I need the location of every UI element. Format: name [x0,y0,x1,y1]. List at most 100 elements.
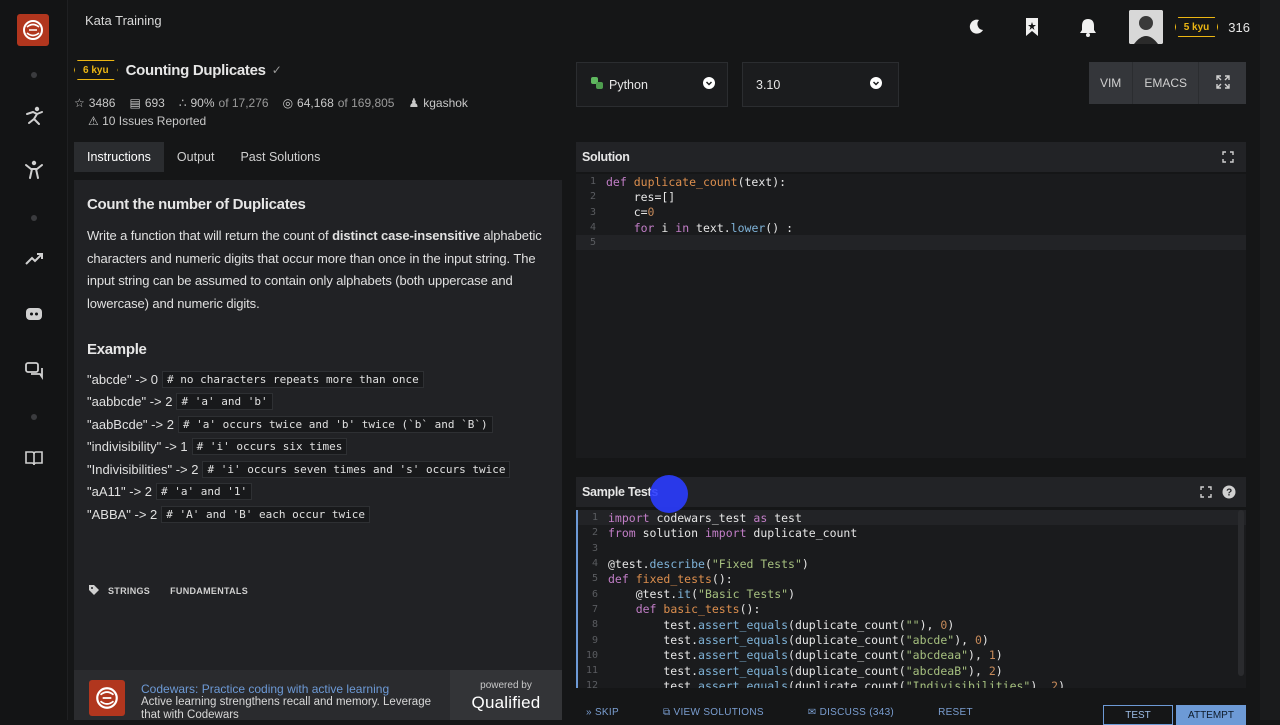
tag-strings[interactable]: STRINGS [108,586,150,596]
chevron-down-icon [870,77,882,92]
tab-instructions[interactable]: Instructions [74,142,164,172]
gauge-icon: ∴ [178,96,187,110]
example-input: "ABBA" -> 2 [87,506,158,522]
kata-tags: STRINGS FUNDAMENTALS [88,584,248,598]
qualified-badge[interactable]: powered by Qualified [450,670,562,720]
notifications-bell-icon[interactable] [1073,12,1103,42]
example-comment: # 'a' occurs twice and 'b' twice (`b` an… [177,415,493,433]
example-comment: # 'a' and 'b' [176,393,273,411]
tag-fundamentals[interactable]: FUNDAMENTALS [170,586,248,596]
example-input: "aabbcde" -> 2 [87,394,173,410]
promo-banner[interactable]: Codewars: Practice coding with active le… [74,670,562,721]
codewars-logo[interactable] [17,14,49,46]
target-icon: ◎ [282,96,294,110]
sample-tests-editor[interactable]: 1 import codewars_test as test 2 from solu… [576,510,1246,688]
discord-icon[interactable] [22,302,46,326]
help-icon[interactable]: ? [1222,485,1236,502]
language-select[interactable]: Python [576,62,728,107]
promo-text: Codewars: Practice coding with active le… [141,670,431,721]
version-select[interactable]: 3.10 [742,62,899,107]
code-line: 9 test. assert_equals (duplicate_count("ab… [591,633,989,648]
tab-past-solutions[interactable]: Past Solutions [227,142,333,172]
tab-output[interactable]: Output [164,142,228,172]
code-line: 7 def basic_tests (): [591,602,761,617]
expand-solution-icon[interactable] [1222,151,1234,166]
example-input: "aabBcde" -> 2 [87,416,174,432]
description-paragraph: Write a function that will return the co… [87,228,542,311]
view-solutions-button[interactable]: ⧉ VIEW SOLUTIONS [663,707,786,718]
example-comment: # 'i' occurs six times [191,438,348,456]
tests-scrollbar[interactable] [1238,510,1244,676]
kata-panel: 6 kyu Counting Duplicates ✓ ☆ 3486 ▤ 693 ∴… [74,56,562,721]
satisfaction-stat: ∴ 90% of 17,276 [178,96,269,110]
attempt-button[interactable]: ATTEMPT [1176,705,1246,725]
code-line: 4 @test. describe("Fixed Tests") [591,556,809,571]
practice-icon[interactable] [22,158,46,182]
discuss-button[interactable]: ✉ DISCUSS (343) [808,707,916,718]
bookmark-icon[interactable] [1017,12,1047,42]
example-row: "indivisibility" -> 1 # 'i' occurs six ti… [87,436,549,459]
sample-tests-title: Sample Tests [582,485,659,499]
example-row: "aabBcde" -> 2 # 'a' occurs twice and 'b'… [87,413,549,436]
leaderboard-trend-icon[interactable] [22,247,46,271]
expand-icon [1215,74,1230,92]
author-link[interactable]: ♟ kgashok [408,96,467,110]
vim-mode-button[interactable]: VIM [1088,62,1133,104]
fullscreen-button[interactable] [1198,62,1246,104]
user-rank-badge: 5 kyu [1174,17,1219,37]
emacs-mode-button[interactable]: EMACS [1132,62,1198,104]
warning-icon: ⚠ [88,114,99,128]
example-input: "abcde" -> 0 [87,371,159,387]
example-comment: # 'i' occurs seven times and 's' occurs … [202,460,511,478]
training-icon[interactable] [22,104,46,128]
sidebar-divider [31,215,37,221]
example-input: "Indivisibilities" -> 2 [87,461,199,477]
description-heading: Count the number of Duplicates [87,196,306,213]
code-line: 1 def duplicate_count (text): [589,174,787,189]
code-line: 1 import codewars_test as test [578,510,1246,526]
example-input: "aA11" -> 2 [87,484,152,500]
breadcrumb[interactable]: Kata Training [85,13,162,28]
example-row: "abcde" -> 0 # no characters repeats more… [87,368,549,391]
example-comment: # 'A' and 'B' each occur twice [161,505,370,523]
expand-tests-icon[interactable] [1200,486,1212,501]
check-icon: ✓ [271,63,282,77]
docs-book-icon[interactable] [22,446,46,470]
forum-icon[interactable] [22,358,46,382]
kata-tabs: Instructions Output Past Solutions [74,142,333,172]
python-icon [591,77,603,92]
example-input: "indivisibility" -> 1 [87,439,188,455]
solution-editor[interactable]: 1 def duplicate_count (text): 2 res=[] 3 c… [576,174,1246,458]
qualified-logo: Qualified [471,693,541,712]
user-avatar[interactable] [1128,10,1163,44]
editor-mode-buttons: VIM EMACS [1088,62,1246,104]
examples-list: "abcde" -> 0 # no characters repeats more… [87,368,549,526]
chevron-down-icon [703,77,715,92]
votes-stat: ▤ 693 [129,96,165,110]
example-comment: # no characters repeats more than once [162,370,424,388]
skip-button[interactable]: » SKIP [586,707,641,718]
dark-mode-moon-icon[interactable] [961,12,991,42]
example-row: "aabbcde" -> 2 # 'a' and 'b' [87,391,549,414]
code-line: 6 @test. it("Basic Tests") [591,587,795,602]
kata-title: Counting Duplicates [125,61,266,79]
code-line: 4 for i in text. lower() : [589,220,793,235]
tag-icon [88,584,100,598]
completed-stat: ◎ 64,168 of 169,805 [282,96,395,110]
reset-button[interactable]: RESET [938,707,973,718]
promo-title[interactable]: Codewars: Practice coding with active le… [141,682,431,696]
promo-subtitle: Active learning strengthens recall and m… [141,696,431,721]
code-line: 12 test. assert_equals (duplicate_count("I… [585,678,1066,688]
stars-stat[interactable]: ☆ 3486 [74,96,115,110]
page-scrollbar[interactable] [1260,0,1280,720]
code-line: 3 [591,542,598,554]
example-heading: Example [87,341,147,358]
code-line: 8 test. assert_equals (duplicate_count("")… [591,617,955,632]
codewars-logo-small [89,680,125,716]
issues-link[interactable]: ⚠ 10 Issues Reported [88,114,206,128]
test-button[interactable]: TEST [1103,705,1173,725]
stack-icon: ▤ [129,96,141,110]
example-row: "Indivisibilities" -> 2 # 'i' occurs seve… [87,458,549,481]
user-honor: 316 [1228,19,1250,35]
powered-by-label: powered by [480,680,532,691]
